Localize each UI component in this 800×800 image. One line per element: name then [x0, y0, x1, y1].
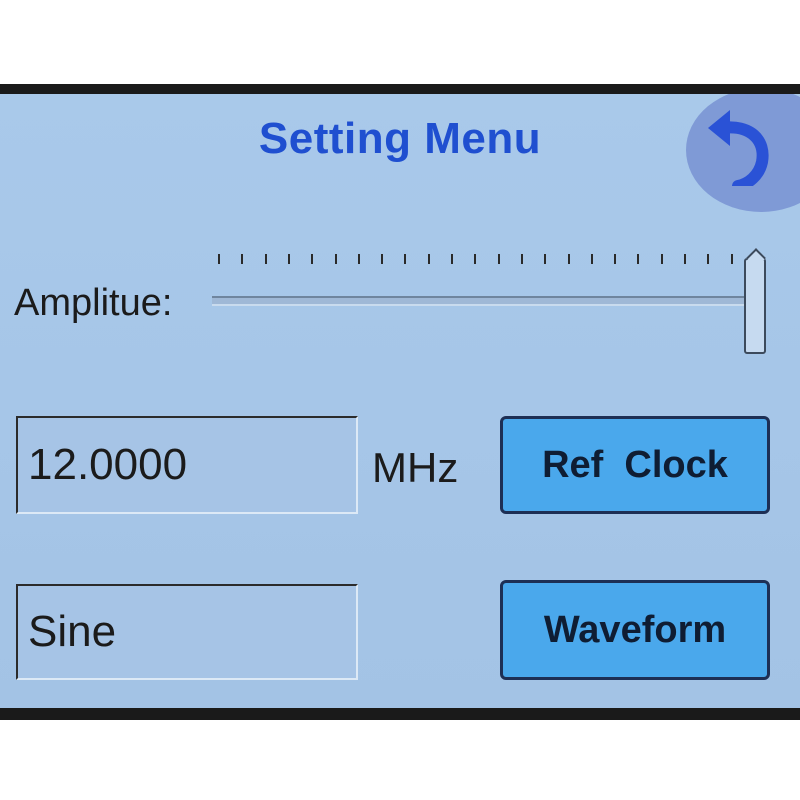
slider-tick [567, 254, 570, 264]
slider-tick [264, 254, 267, 264]
slider-tick [590, 254, 593, 264]
slider-tick [427, 254, 430, 264]
ref-clock-button[interactable]: Ref Clock [500, 416, 770, 514]
page-title: Setting Menu [258, 114, 542, 163]
slider-tick [451, 254, 454, 264]
back-arrow-icon [708, 110, 769, 186]
slider-tick [614, 254, 617, 264]
bezel-frame-top [0, 84, 800, 94]
back-button[interactable] [686, 94, 800, 212]
frequency-unit-label: MHz [372, 444, 459, 491]
slider-tick [311, 254, 314, 264]
slider-tick [287, 254, 290, 264]
slider-tick [497, 254, 500, 264]
amplitude-label: Amplitue: [14, 282, 173, 324]
waveform-field[interactable]: Sine [16, 584, 358, 680]
slider-tick [637, 254, 640, 264]
slider-tick [707, 254, 710, 264]
slider-tick [730, 254, 733, 264]
slider-tick [544, 254, 547, 264]
slider-track[interactable] [212, 296, 760, 306]
slider-tick [404, 254, 407, 264]
slider-tick [241, 254, 244, 264]
bezel-top [0, 0, 800, 86]
slider-tick [381, 254, 384, 264]
slider-tick [334, 254, 337, 264]
lcd-screen: Setting Menu Amplitue: 12.0000 MHz Ref C… [0, 94, 800, 708]
bezel-frame-bottom [0, 708, 800, 720]
slider-tick [357, 254, 360, 264]
slider-tick [218, 254, 220, 264]
slider-tick [660, 254, 663, 264]
slider-thumb[interactable] [744, 258, 766, 354]
waveform-button[interactable]: Waveform [500, 580, 770, 680]
amplitude-slider[interactable] [212, 244, 772, 354]
ref-clock-frequency-field[interactable]: 12.0000 [16, 416, 358, 514]
slider-tick [520, 254, 523, 264]
slider-ticks [218, 254, 758, 268]
slider-tick [684, 254, 687, 264]
slider-tick [474, 254, 477, 264]
